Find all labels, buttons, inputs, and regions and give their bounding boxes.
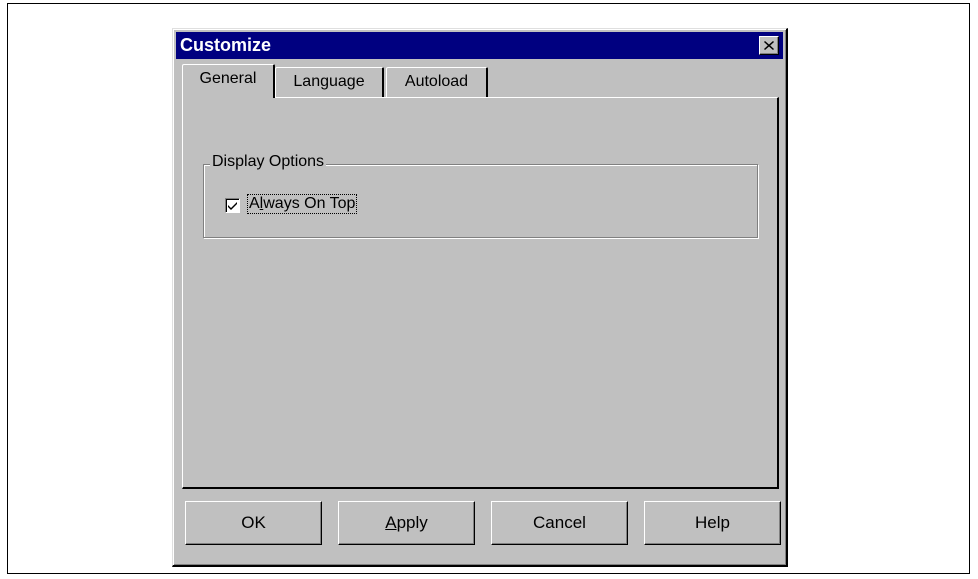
group-label: Display Options — [210, 153, 327, 171]
customize-dialog: Customize General Language Autoload Disp… — [172, 28, 788, 567]
tab-general[interactable]: General — [182, 64, 275, 98]
always-on-top-label[interactable]: Always On Top — [246, 194, 358, 214]
apply-button[interactable]: Apply — [338, 501, 475, 545]
label-prefix: A — [249, 195, 260, 212]
ok-label: OK — [241, 513, 266, 532]
apply-rest: pply — [396, 513, 428, 532]
tab-language[interactable]: Language — [275, 67, 384, 97]
close-icon — [764, 41, 774, 50]
always-on-top-checkbox[interactable] — [225, 198, 240, 213]
label-suffix: ways On Top — [263, 195, 356, 212]
checkmark-icon — [228, 202, 237, 210]
help-button[interactable]: Help — [644, 501, 781, 545]
tab-label: Language — [293, 73, 365, 90]
tab-autoload[interactable]: Autoload — [386, 67, 488, 97]
display-options-group: Display Options Always On Top — [203, 153, 758, 238]
tab-panel-general: Display Options Always On Top — [182, 97, 779, 489]
ok-button[interactable]: OK — [185, 501, 322, 545]
close-button[interactable] — [759, 36, 779, 55]
help-label: Help — [695, 513, 730, 532]
dialog-title: Customize — [180, 35, 272, 55]
title-bar[interactable]: Customize — [176, 32, 783, 59]
tab-label: Autoload — [404, 73, 469, 90]
cancel-button[interactable]: Cancel — [491, 501, 628, 545]
cancel-label: Cancel — [533, 513, 586, 532]
tab-label: General — [199, 70, 257, 87]
apply-mnemonic: A — [385, 513, 397, 532]
